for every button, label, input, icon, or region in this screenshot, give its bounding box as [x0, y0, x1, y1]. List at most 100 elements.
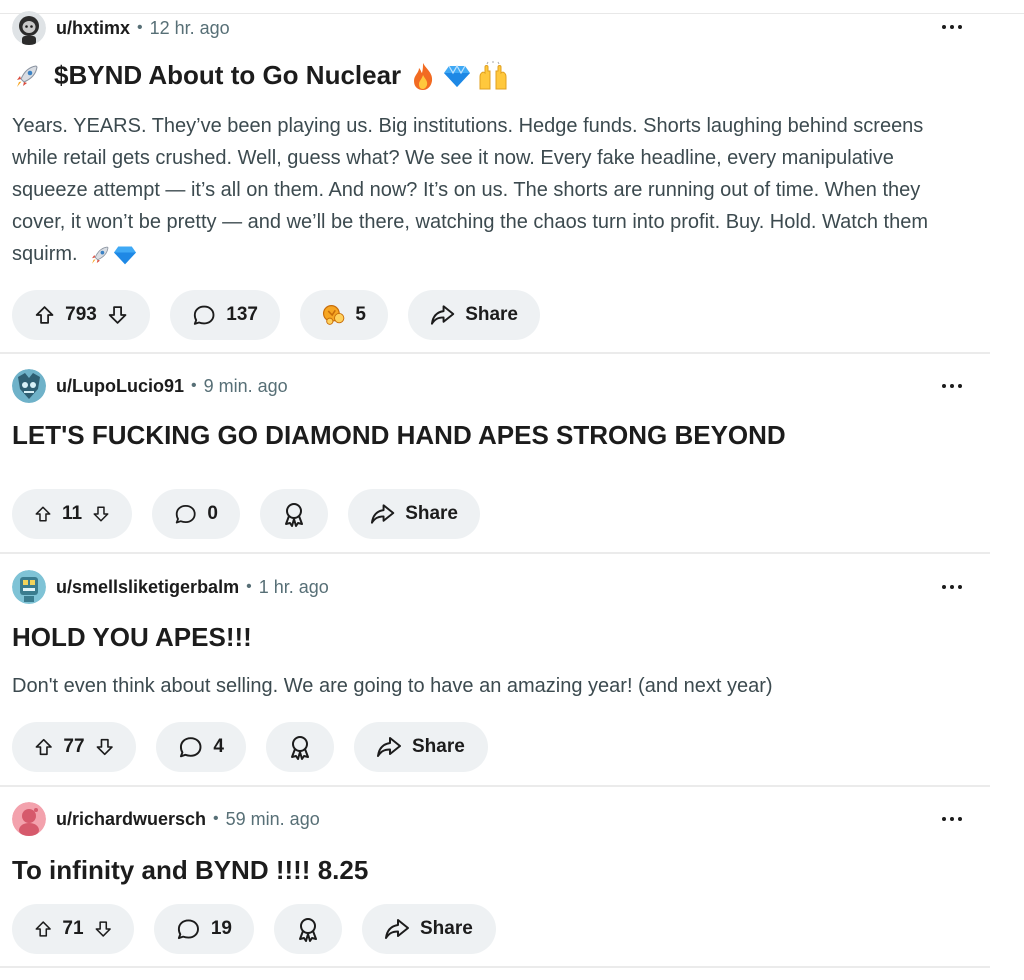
vote-count: 77: [63, 736, 85, 757]
timestamp: 59 min. ago: [225, 808, 320, 829]
username[interactable]: u/hxtimx: [56, 18, 130, 39]
comment-bubble-icon: [193, 305, 215, 325]
post-actions: 77 4 Share: [12, 722, 488, 772]
comment-count: 4: [213, 736, 224, 757]
comments-button[interactable]: 137: [170, 290, 280, 340]
avatar-image: [12, 570, 46, 604]
downvote-arrow-icon[interactable]: [92, 502, 110, 526]
username[interactable]: u/smellsliketigerbalm: [56, 577, 239, 598]
avatar-image: [12, 11, 46, 45]
post-meta: u/hxtimx • 12 hr. ago: [12, 10, 230, 46]
comment-count: 137: [226, 304, 258, 325]
share-label: Share: [405, 503, 458, 524]
share-arrow-icon: [370, 504, 395, 524]
post-body-text: Don't even think about selling. We are g…: [12, 675, 773, 697]
comment-count: 19: [210, 918, 232, 939]
more-options-icon[interactable]: [942, 17, 962, 37]
share-arrow-icon: [377, 737, 401, 757]
vote-count: 11: [61, 503, 83, 524]
downvote-arrow-icon[interactable]: [107, 303, 128, 327]
rocket-icon: [17, 64, 38, 87]
post-divider: [0, 966, 990, 968]
downvote-arrow-icon[interactable]: [94, 917, 112, 941]
post-title-text: $BYND About to Go Nuclear: [54, 60, 402, 90]
more-options-icon[interactable]: [942, 376, 962, 396]
post-meta: u/richardwuersch • 59 min. ago: [12, 801, 320, 837]
award-button[interactable]: [274, 904, 342, 954]
avatar[interactable]: [12, 11, 46, 45]
share-label: Share: [412, 736, 465, 757]
separator-dot: •: [191, 377, 197, 394]
post-divider: [0, 352, 990, 354]
vote-count: 71: [62, 918, 84, 939]
username[interactable]: u/richardwuersch: [56, 809, 206, 830]
upvote-arrow-icon[interactable]: [34, 917, 52, 941]
upvote-arrow-icon[interactable]: [34, 303, 55, 327]
award-button[interactable]: [266, 722, 334, 772]
post-title[interactable]: LET'S FUCKING GO DIAMOND HAND APES STRON…: [12, 420, 786, 451]
award-icon: [322, 305, 345, 325]
avatar[interactable]: [12, 369, 46, 403]
avatar[interactable]: [12, 570, 46, 604]
comments-button[interactable]: 4: [156, 722, 246, 772]
vote-button[interactable]: 71: [12, 904, 134, 954]
post-divider: [0, 552, 990, 554]
avatar[interactable]: [12, 802, 46, 836]
post-meta: u/LupoLucio91 • 9 min. ago: [12, 368, 288, 404]
share-arrow-icon: [430, 305, 455, 325]
vote-button[interactable]: 77: [12, 722, 136, 772]
post-body: Years. YEARS. They’ve been playing us. B…: [12, 110, 952, 270]
more-options-icon[interactable]: [942, 577, 962, 597]
username[interactable]: u/LupoLucio91: [56, 376, 184, 397]
share-button[interactable]: Share: [348, 489, 480, 539]
award-icon: [291, 736, 309, 760]
more-options-icon[interactable]: [942, 809, 962, 829]
vote-count: 793: [65, 304, 97, 325]
post-title-text: LET'S FUCKING GO DIAMOND HAND APES STRON…: [12, 420, 786, 450]
award-button[interactable]: [260, 489, 328, 539]
award-button[interactable]: 5: [300, 290, 388, 340]
avatar-image: [12, 802, 46, 836]
post-divider: [0, 785, 990, 787]
timestamp: 12 hr. ago: [149, 17, 230, 38]
share-arrow-icon: [385, 919, 409, 939]
separator-dot: •: [246, 578, 252, 595]
comment-count: 0: [207, 503, 218, 524]
gem-icon: [114, 246, 137, 265]
vote-button[interactable]: 793: [12, 290, 150, 340]
post-meta: u/smellsliketigerbalm • 1 hr. ago: [12, 569, 329, 605]
rocket-icon: [92, 246, 109, 264]
timestamp: 1 hr. ago: [258, 576, 329, 597]
raising-hands-icon: [479, 60, 507, 89]
share-button[interactable]: Share: [408, 290, 540, 340]
upvote-arrow-icon[interactable]: [34, 502, 52, 526]
award-count: 5: [355, 304, 366, 325]
upvote-arrow-icon[interactable]: [34, 735, 53, 759]
post-title[interactable]: To infinity and BYND !!!! 8.25: [12, 855, 368, 886]
fire-icon: [414, 62, 433, 90]
share-button[interactable]: Share: [362, 904, 496, 954]
comment-bubble-icon: [179, 737, 202, 758]
share-label: Share: [420, 918, 473, 939]
award-icon: [299, 918, 317, 942]
gem-icon: [444, 64, 471, 87]
award-icon: [285, 503, 303, 527]
comments-button[interactable]: 0: [152, 489, 240, 539]
post-actions: 793 137 5 Share: [12, 290, 540, 340]
post-actions: 71 19 Share: [12, 904, 496, 954]
post-title-text: To infinity and BYND !!!! 8.25: [12, 855, 369, 885]
post-title[interactable]: $BYND About to Go Nuclear: [12, 60, 509, 91]
timestamp: 9 min. ago: [203, 375, 288, 396]
downvote-arrow-icon[interactable]: [95, 735, 114, 759]
share-button[interactable]: Share: [354, 722, 488, 772]
post-body: Don't even think about selling. We are g…: [12, 670, 952, 702]
share-label: Share: [465, 304, 518, 325]
separator-dot: •: [137, 19, 143, 36]
comments-button[interactable]: 19: [154, 904, 254, 954]
comment-bubble-icon: [177, 919, 199, 940]
vote-button[interactable]: 11: [12, 489, 132, 539]
post-body-text: Years. YEARS. They’ve been playing us. B…: [12, 115, 929, 265]
comment-bubble-icon: [175, 504, 196, 524]
post-title[interactable]: HOLD YOU APES!!!: [12, 622, 252, 653]
separator-dot: •: [213, 810, 219, 827]
